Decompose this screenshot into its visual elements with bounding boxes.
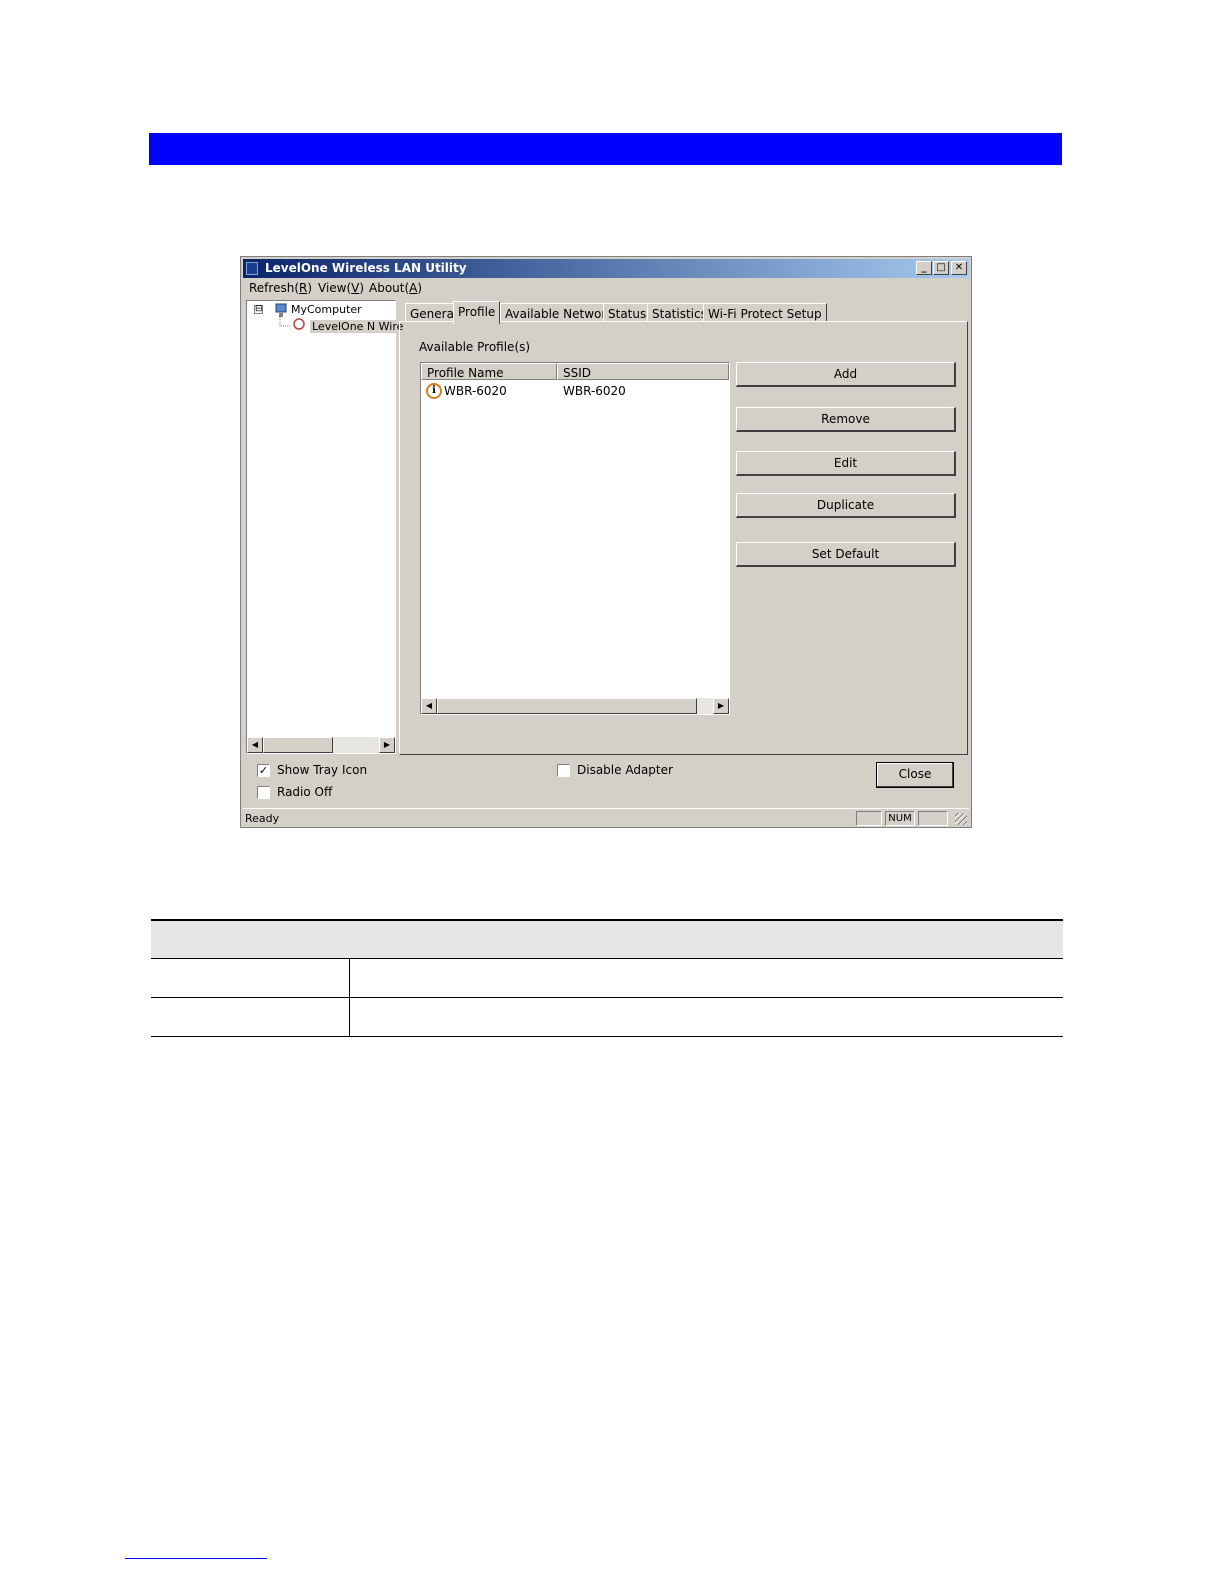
status-bar: Ready NUM bbox=[243, 808, 969, 827]
collapse-icon[interactable]: ⊟ bbox=[254, 305, 263, 314]
table-divider bbox=[349, 959, 350, 1037]
section-banner bbox=[149, 133, 1062, 165]
window-title: LevelOne Wireless LAN Utility bbox=[265, 261, 467, 275]
column-header-profile-name[interactable]: Profile Name bbox=[421, 363, 557, 380]
status-pane-empty bbox=[856, 811, 882, 826]
checkbox-icon[interactable] bbox=[557, 764, 570, 777]
scroll-left-icon[interactable]: ◀ bbox=[247, 737, 263, 753]
scroll-right-icon[interactable]: ▶ bbox=[379, 737, 395, 753]
menu-refresh[interactable]: Refresh(R) bbox=[249, 281, 312, 295]
tree-node-mycomputer[interactable]: MyComputer bbox=[291, 303, 362, 316]
tree-node-adapter[interactable]: LevelOne N Wire bbox=[310, 320, 406, 333]
checkbox-icon[interactable] bbox=[257, 786, 270, 799]
menu-bar: Refresh(R) View(V) About(A) bbox=[243, 279, 969, 297]
duplicate-button[interactable]: Duplicate bbox=[736, 493, 956, 518]
scroll-thumb[interactable] bbox=[263, 737, 333, 753]
description-table bbox=[151, 919, 1063, 1037]
ssid-cell: WBR-6020 bbox=[563, 384, 626, 398]
tab-wifi-protect-setup[interactable]: Wi-Fi Protect Setup bbox=[703, 303, 827, 322]
menu-view[interactable]: View(V) bbox=[318, 281, 364, 295]
status-pane-num: NUM bbox=[885, 811, 915, 826]
checkbox-checked-icon[interactable]: ✓ bbox=[257, 764, 270, 777]
available-profiles-label: Available Profile(s) bbox=[419, 340, 531, 354]
tree-hscrollbar[interactable]: ◀ ▶ bbox=[247, 737, 395, 753]
scroll-left-icon[interactable]: ◀ bbox=[421, 698, 437, 714]
edit-button[interactable]: Edit bbox=[736, 451, 956, 476]
minimize-button[interactable]: _ bbox=[916, 261, 932, 275]
tab-available-network[interactable]: Available Network bbox=[500, 303, 619, 322]
title-bar[interactable]: LevelOne Wireless LAN Utility _ □ ✕ bbox=[243, 259, 969, 278]
app-window: LevelOne Wireless LAN Utility _ □ ✕ Refr… bbox=[240, 256, 972, 828]
profile-name-cell: WBR-6020 bbox=[444, 384, 507, 398]
table-header bbox=[151, 919, 1063, 959]
remove-button[interactable]: Remove bbox=[736, 407, 956, 432]
profile-list[interactable]: Profile Name SSID i WBR-6020 WBR-6020 ◀ … bbox=[420, 362, 730, 715]
tree-connector bbox=[279, 317, 305, 330]
scroll-thumb[interactable] bbox=[437, 698, 697, 714]
table-row bbox=[151, 959, 1063, 998]
status-text: Ready bbox=[245, 812, 280, 825]
maximize-button[interactable]: □ bbox=[933, 261, 949, 275]
footer-link-underline bbox=[125, 1558, 267, 1559]
list-hscrollbar[interactable]: ◀ ▶ bbox=[421, 698, 729, 714]
device-tree[interactable]: ⊟ MyComputer LevelOne N Wire ◀ ▶ bbox=[246, 300, 406, 754]
app-icon bbox=[246, 262, 258, 275]
menu-about[interactable]: About(A) bbox=[369, 281, 422, 295]
tab-profile[interactable]: Profile bbox=[453, 301, 501, 324]
tab-status[interactable]: Status bbox=[603, 303, 652, 322]
resize-grip-icon[interactable] bbox=[955, 813, 967, 825]
close-button[interactable]: Close bbox=[876, 762, 954, 788]
profile-info-icon: i bbox=[426, 383, 442, 399]
set-default-button[interactable]: Set Default bbox=[736, 542, 956, 567]
table-row bbox=[151, 998, 1063, 1037]
status-pane-empty bbox=[918, 811, 948, 826]
scroll-right-icon[interactable]: ▶ bbox=[713, 698, 729, 714]
close-window-button[interactable]: ✕ bbox=[951, 261, 967, 275]
add-button[interactable]: Add bbox=[736, 362, 956, 387]
column-header-ssid[interactable]: SSID bbox=[557, 363, 729, 380]
